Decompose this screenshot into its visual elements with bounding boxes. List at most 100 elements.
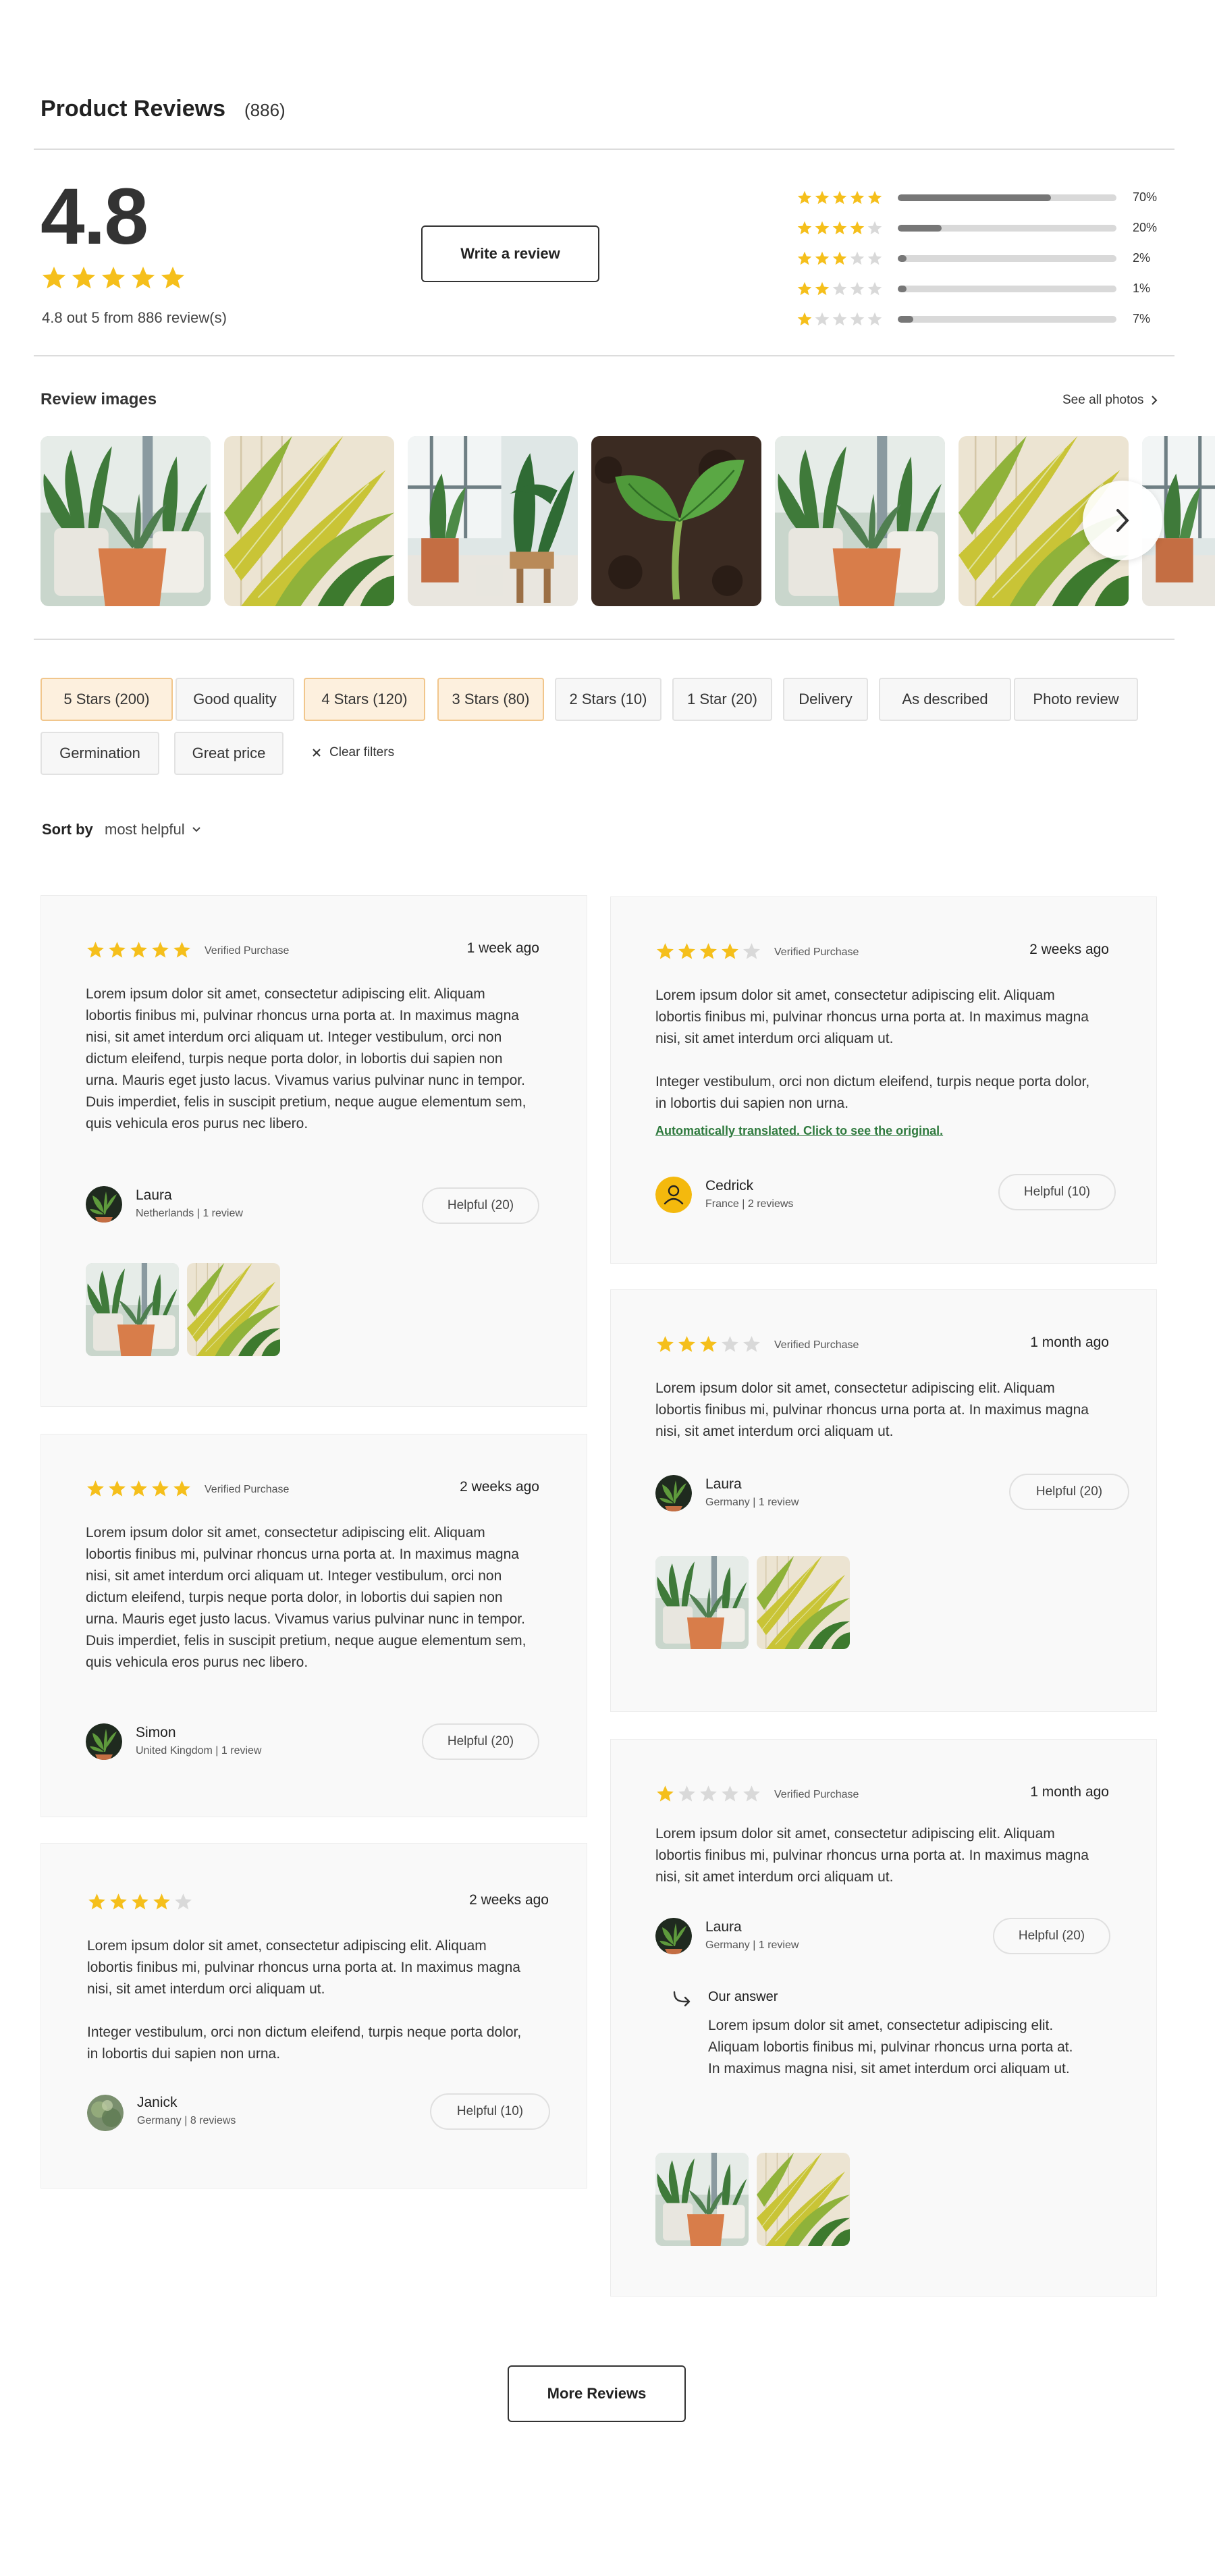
star-filled-icon	[151, 940, 170, 960]
star-filled-icon	[849, 220, 865, 236]
helpful-button[interactable]: Helpful (20)	[422, 1187, 539, 1224]
average-rating: 4.8	[40, 172, 148, 261]
distribution-stars	[796, 250, 883, 267]
sort-dropdown[interactable]: most helpful	[105, 821, 201, 838]
review-stars	[86, 940, 192, 960]
close-icon	[313, 749, 321, 757]
more-reviews-button[interactable]: More Reviews	[508, 2365, 686, 2422]
filter-chip[interactable]: 3 Stars (80)	[437, 678, 544, 721]
star-filled-icon	[655, 1335, 675, 1354]
filter-chip[interactable]: 4 Stars (120)	[304, 678, 425, 721]
filter-chip[interactable]: 2 Stars (10)	[555, 678, 662, 721]
helpful-button[interactable]: Helpful (20)	[1009, 1474, 1129, 1510]
review-card: Verified Purchase 1 week ago Lorem ipsum…	[40, 895, 587, 1407]
see-all-photos-label: See all photos	[1062, 393, 1144, 407]
reviewer-name: Laura	[136, 1187, 172, 1203]
review-images-title: Review images	[40, 390, 157, 408]
review-photo[interactable]	[655, 1556, 749, 1649]
distribution-row[interactable]: 7%	[796, 304, 1161, 334]
filter-chip[interactable]: As described	[879, 678, 1011, 721]
distribution-row[interactable]: 1%	[796, 273, 1161, 304]
filter-chip[interactable]: Delivery	[783, 678, 868, 721]
review-photo[interactable]	[86, 1263, 179, 1356]
star-filled-icon	[151, 1479, 170, 1499]
helpful-button[interactable]: Helpful (10)	[998, 1174, 1116, 1210]
filter-chip[interactable]: 5 Stars (200)	[40, 678, 173, 721]
distribution-bar	[898, 254, 1116, 262]
star-filled-icon	[814, 250, 830, 267]
distribution-row[interactable]: 20%	[796, 213, 1161, 243]
star-filled-icon	[796, 250, 813, 267]
review-text: Lorem ipsum dolor sit amet, consectetur …	[86, 1525, 526, 1670]
helpful-button[interactable]: Helpful (20)	[422, 1723, 539, 1760]
filter-chip[interactable]: Great price	[174, 732, 284, 775]
distribution-stars	[796, 190, 883, 206]
write-review-button[interactable]: Write a review	[421, 225, 599, 282]
divider	[34, 149, 1174, 150]
see-all-photos-link[interactable]: See all photos	[1062, 393, 1158, 408]
avatar	[87, 2095, 124, 2131]
chevron-down-icon	[192, 827, 200, 832]
see-original-link[interactable]: Automatically translated. Click to see t…	[655, 1124, 943, 1138]
star-empty-icon	[173, 1892, 193, 1912]
reviewer-meta: Germany | 1 review	[705, 1497, 799, 1508]
clear-filters-label: Clear filters	[329, 745, 395, 759]
review-photo[interactable]	[655, 2153, 749, 2246]
star-filled-icon	[655, 1784, 675, 1804]
review-image-thumbnail[interactable]	[775, 436, 945, 606]
helpful-button[interactable]: Helpful (20)	[993, 1918, 1110, 1954]
star-filled-icon	[814, 190, 830, 206]
verified-purchase-label: Verified Purchase	[774, 1339, 859, 1351]
distribution-percent: 2%	[1133, 251, 1151, 265]
review-stars	[655, 1335, 761, 1354]
star-filled-icon	[814, 281, 830, 297]
distribution-bar	[898, 194, 1116, 201]
star-empty-icon	[720, 1335, 740, 1354]
avatar	[86, 1186, 122, 1223]
star-empty-icon	[849, 281, 865, 297]
filter-chip[interactable]: Photo review	[1014, 678, 1138, 721]
review-image-thumbnail[interactable]	[224, 436, 394, 606]
star-filled-icon	[814, 220, 830, 236]
answer-text: Lorem ipsum dolor sit amet, consectetur …	[708, 2018, 1073, 2076]
review-date: 2 weeks ago	[460, 1479, 539, 1495]
review-photo[interactable]	[757, 2153, 850, 2246]
verified-purchase-label: Verified Purchase	[205, 1484, 290, 1495]
star-filled-icon	[40, 265, 68, 292]
star-filled-icon	[796, 190, 813, 206]
filter-chip[interactable]: Germination	[40, 732, 159, 775]
star-filled-icon	[70, 265, 97, 292]
star-empty-icon	[832, 311, 848, 327]
filter-chip[interactable]: 1 Star (20)	[672, 678, 772, 721]
clear-filters-button[interactable]: Clear filters	[312, 745, 394, 760]
distribution-percent: 20%	[1133, 221, 1158, 234]
review-image-thumbnail[interactable]	[591, 436, 761, 606]
review-images-strip	[40, 436, 1215, 606]
star-filled-icon	[86, 940, 105, 960]
star-filled-icon	[86, 1479, 105, 1499]
star-filled-icon	[87, 1892, 107, 1912]
distribution-row[interactable]: 2%	[796, 243, 1161, 273]
review-image-thumbnail[interactable]	[408, 436, 578, 606]
helpful-button[interactable]: Helpful (10)	[430, 2093, 550, 2130]
review-date: 1 month ago	[1030, 1784, 1109, 1800]
next-images-button[interactable]	[1083, 481, 1162, 560]
star-empty-icon	[867, 281, 883, 297]
avatar	[655, 1177, 692, 1213]
page-title: Product Reviews	[40, 96, 225, 122]
reviewer-name: Laura	[705, 1476, 742, 1492]
sort-label: Sort by	[42, 821, 93, 838]
distribution-row[interactable]: 70%	[796, 182, 1161, 213]
filter-chip[interactable]: Good quality	[176, 678, 294, 721]
star-filled-icon	[107, 940, 127, 960]
review-photo[interactable]	[757, 1556, 850, 1649]
review-stars	[655, 942, 761, 961]
review-text: Lorem ipsum dolor sit amet, consectetur …	[655, 1826, 1089, 1885]
distribution-percent: 1%	[1133, 281, 1151, 295]
divider	[34, 639, 1174, 640]
review-count: (886)	[244, 100, 286, 120]
review-image-thumbnail[interactable]	[40, 436, 211, 606]
reviewer-name: Simon	[136, 1725, 176, 1740]
review-photo[interactable]	[187, 1263, 280, 1356]
verified-purchase-label: Verified Purchase	[205, 945, 290, 957]
